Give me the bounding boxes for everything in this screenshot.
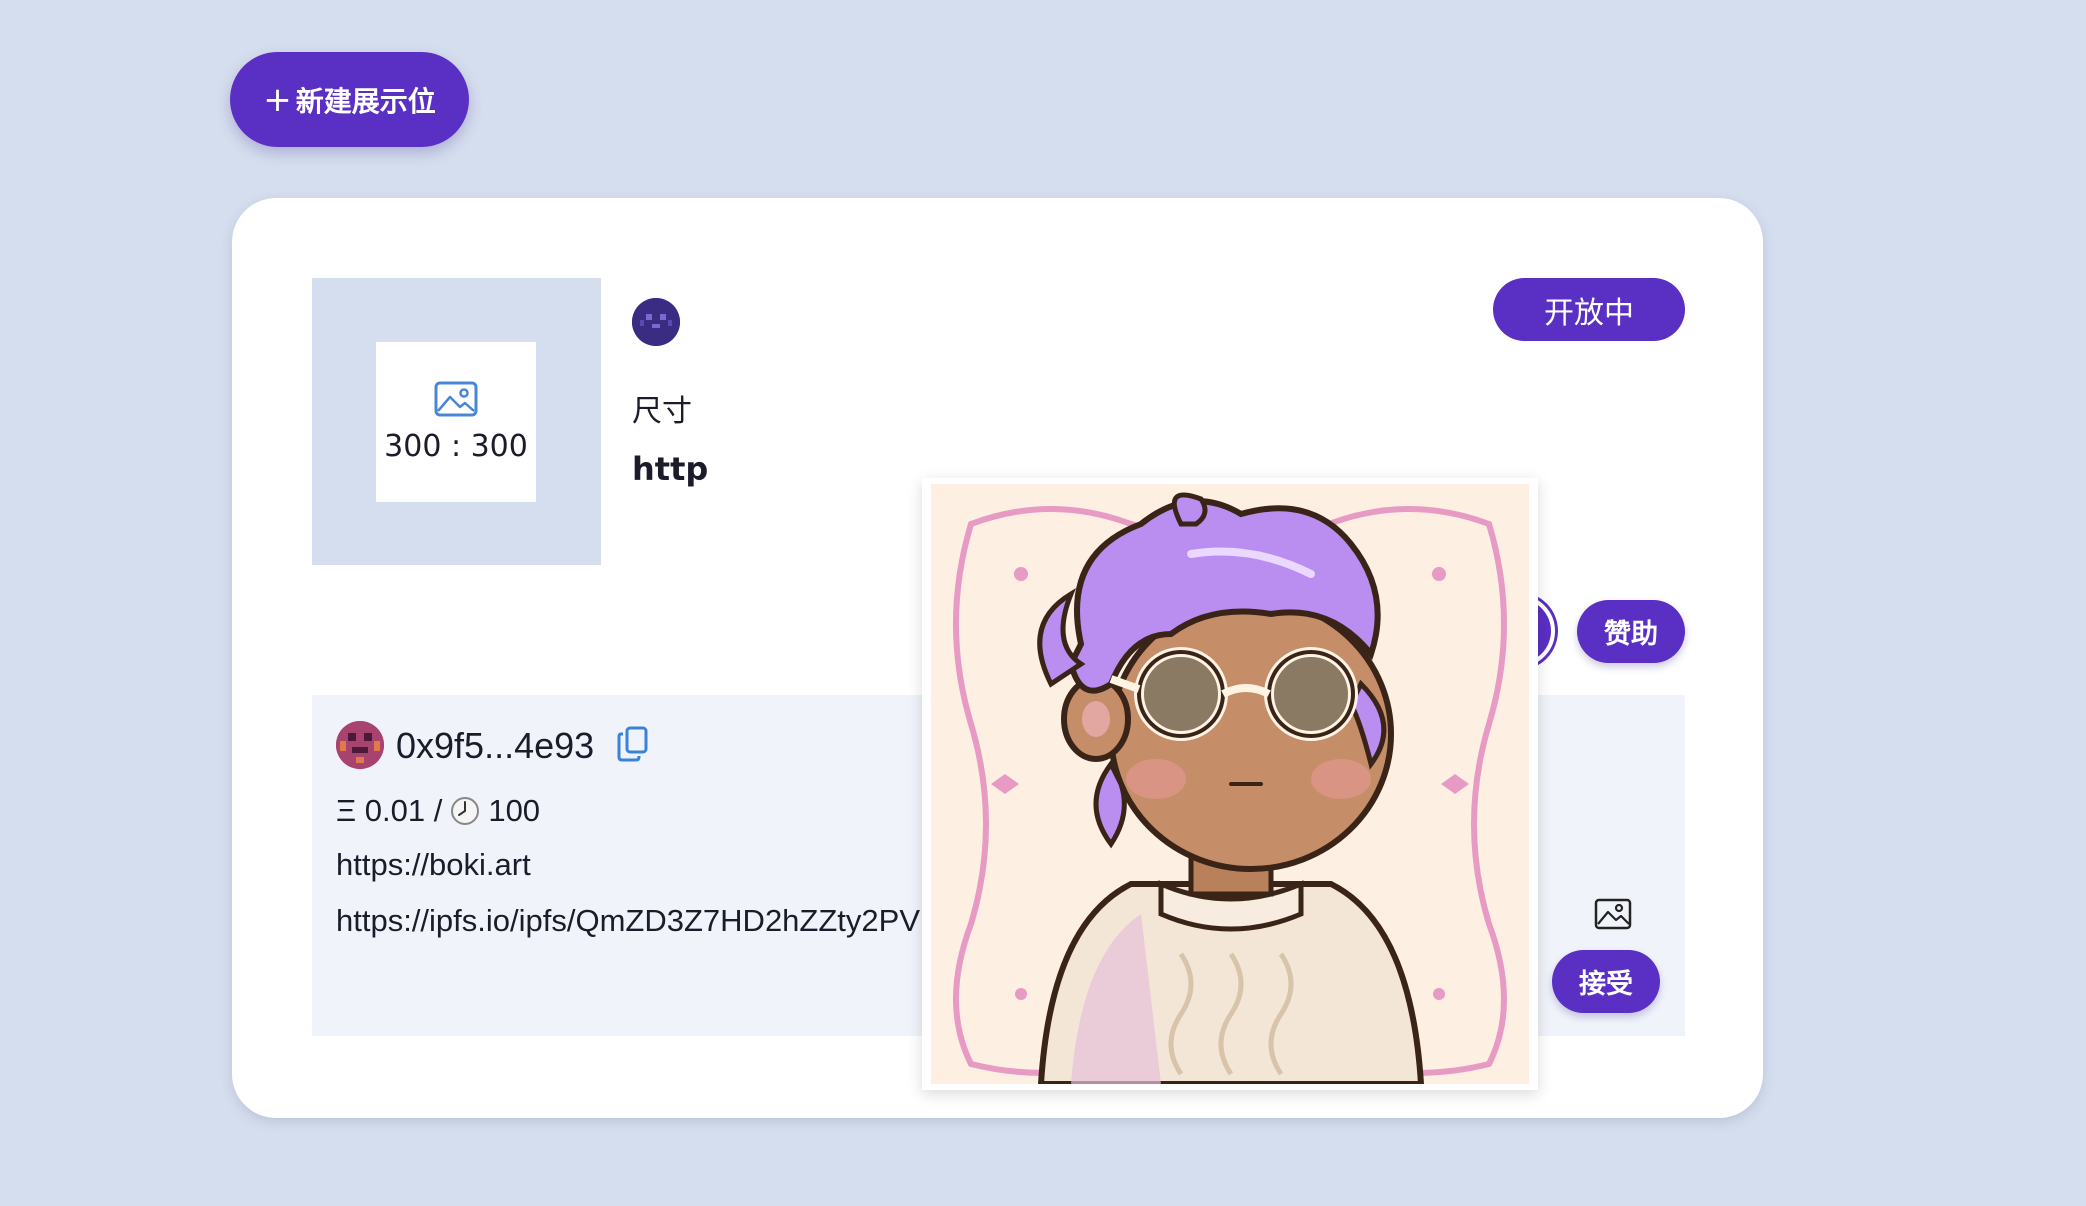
slot-dimension-label: 尺寸 xyxy=(632,394,692,429)
new-slot-label: 新建展示位 xyxy=(295,84,436,118)
thumbnail-placeholder: 300 : 300 xyxy=(376,342,536,502)
size-ratio: 300 : 300 xyxy=(384,428,528,464)
new-slot-button[interactable]: + 新建展示位 xyxy=(230,52,469,147)
sponsor-button[interactable]: 赞助 xyxy=(1577,600,1685,663)
image-icon[interactable] xyxy=(1594,898,1632,930)
slot-card: 300 : 300 尺寸 http 开放中 隐藏 赞助 xyxy=(232,198,1763,1118)
image-placeholder-icon xyxy=(434,381,478,416)
preview-artwork xyxy=(931,484,1529,1084)
image-preview-popup xyxy=(922,478,1538,1090)
bidder-address: 0x9f5...4e93 xyxy=(396,725,595,766)
slot-url-label: http xyxy=(632,450,709,488)
bid-price-line: Ξ 0.01 / 100 xyxy=(336,793,540,829)
bid-link[interactable]: https://boki.art xyxy=(336,847,531,883)
bidder-avatar[interactable] xyxy=(336,721,384,769)
owner-avatar[interactable] xyxy=(632,298,680,346)
slot-thumbnail: 300 : 300 xyxy=(312,278,601,565)
bid-duration: 100 xyxy=(488,793,541,828)
status-badge: 开放中 xyxy=(1493,278,1685,341)
bid-price: Ξ 0.01 / xyxy=(336,793,443,828)
accept-button[interactable]: 接受 xyxy=(1552,950,1660,1013)
copy-icon[interactable] xyxy=(616,725,650,763)
plus-icon: + xyxy=(263,79,292,120)
clock-icon xyxy=(451,797,480,825)
